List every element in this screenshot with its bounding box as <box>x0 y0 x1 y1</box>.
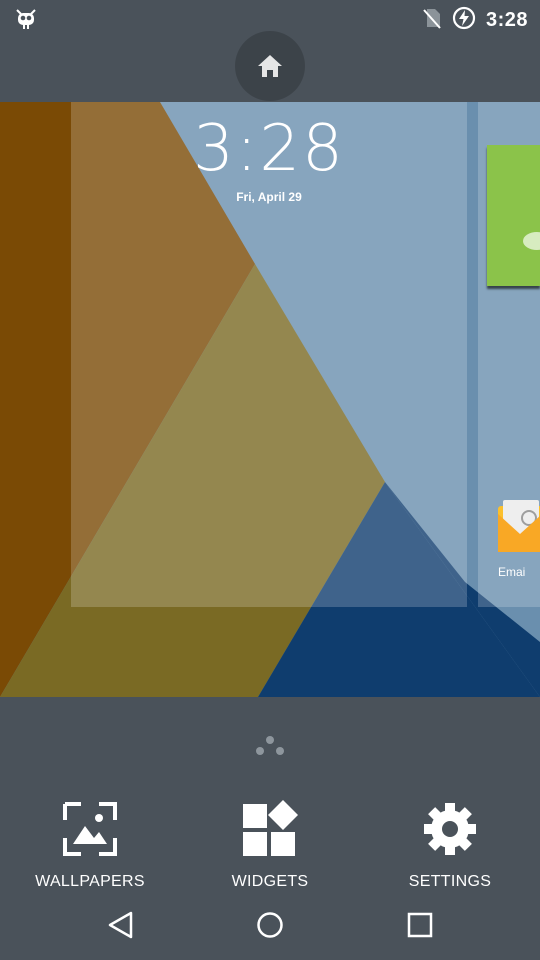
no-sim-icon <box>422 7 442 34</box>
back-icon <box>108 911 133 939</box>
wallpaper-icon <box>63 802 117 856</box>
widget-date: Fri, April 29 <box>236 190 302 204</box>
widgets-icon <box>243 800 298 856</box>
home-nav-icon <box>257 912 283 938</box>
clock-widget[interactable]: 3:28 Fri, April 29 <box>71 112 467 204</box>
page-indicator-icon <box>253 735 287 757</box>
widgets-button[interactable]: WIDGETS <box>180 800 360 891</box>
recents-icon <box>407 912 433 938</box>
status-clock: 3:28 <box>485 9 528 31</box>
gear-icon <box>424 803 476 855</box>
battery-charging-icon <box>452 6 476 35</box>
navigation-bar <box>0 890 540 960</box>
cloud-icon <box>523 232 540 250</box>
widget-time: 3:28 <box>193 112 345 186</box>
email-app-shortcut[interactable]: Emai <box>498 500 540 579</box>
settings-button[interactable]: SETTINGS <box>360 800 540 891</box>
email-icon <box>498 500 540 552</box>
settings-label: SETTINGS <box>408 873 492 890</box>
recents-button[interactable] <box>400 905 440 945</box>
green-widget[interactable] <box>487 145 540 286</box>
home-icon <box>258 55 282 77</box>
wallpapers-label: WALLPAPERS <box>35 873 145 890</box>
back-button[interactable] <box>100 905 140 945</box>
widgets-label: WIDGETS <box>231 873 309 890</box>
android-debug-icon <box>14 7 38 36</box>
default-home-page-button[interactable] <box>235 31 305 101</box>
email-app-label: Emai <box>498 565 526 579</box>
workspace-preview[interactable]: 3:28 Fri, April 29 Emai <box>0 102 540 697</box>
wallpapers-button[interactable]: WALLPAPERS <box>0 800 180 891</box>
home-nav-button[interactable] <box>250 905 290 945</box>
